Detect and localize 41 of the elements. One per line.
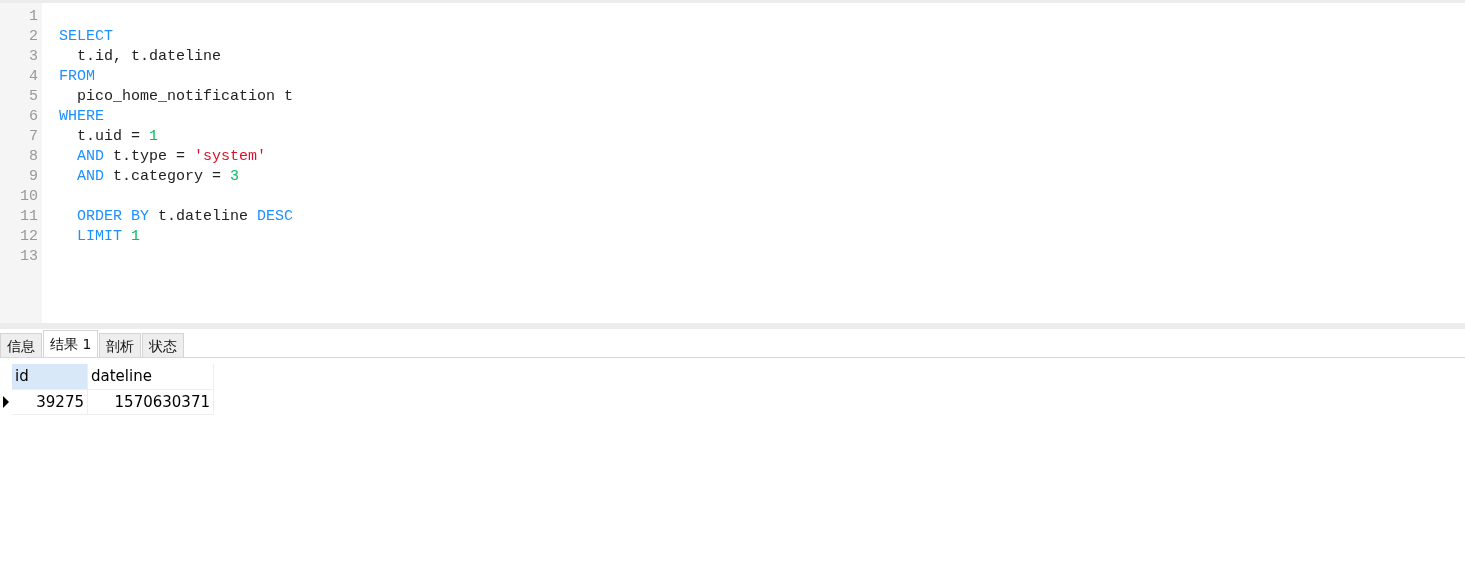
string-literal: 'system' bbox=[194, 147, 267, 167]
line-number: 5 bbox=[28, 87, 39, 107]
line-number: 13 bbox=[19, 247, 39, 267]
line-number: 6 bbox=[28, 107, 39, 127]
tab[interactable]: 结果 1 bbox=[43, 330, 99, 357]
number-literal: 3 bbox=[230, 167, 240, 187]
line-number: 7 bbox=[28, 127, 39, 147]
number-literal: 1 bbox=[149, 127, 159, 147]
line-number: 10 bbox=[19, 187, 39, 207]
line-number: 3 bbox=[28, 47, 39, 67]
sql-keyword: SELECT bbox=[59, 27, 113, 47]
sql-keyword: WHERE bbox=[59, 107, 104, 127]
number-literal: 1 bbox=[131, 227, 141, 247]
sql-keyword: FROM bbox=[59, 67, 95, 87]
code-text: t.uid = bbox=[77, 127, 140, 147]
line-number: 9 bbox=[28, 167, 39, 187]
table-cell: 1570630371 bbox=[88, 390, 214, 415]
sql-editor[interactable]: SELECT t.id, t.dateline FROM pico_home_notification t WHERE t.uid = 1 AND t.type = 'system' AND t.category = 3 ORDER BY t.dateline DESC LIMIT 1 bbox=[42, 3, 1465, 323]
sql-keyword: DESC bbox=[257, 207, 294, 227]
row-pointer-icon bbox=[3, 396, 9, 408]
line-number: 8 bbox=[28, 147, 39, 167]
sql-keyword: AND bbox=[77, 147, 104, 167]
tab[interactable]: 剖析 bbox=[99, 333, 142, 357]
line-number: 4 bbox=[28, 67, 39, 87]
line-number: 11 bbox=[19, 207, 39, 227]
line-number: 1 bbox=[28, 7, 39, 27]
code-text: t.dateline bbox=[158, 207, 249, 227]
code-text: t.id, t.dateline bbox=[77, 47, 222, 67]
code-text: t.type = bbox=[113, 147, 186, 167]
table-cell: 39275 bbox=[12, 390, 88, 415]
sql-keyword: LIMIT bbox=[77, 227, 122, 247]
code-text: t.category = bbox=[113, 167, 222, 187]
line-number: 2 bbox=[28, 27, 39, 47]
sql-keyword: ORDER BY bbox=[77, 207, 149, 227]
code-text: pico_home_notification t bbox=[77, 87, 294, 107]
sql-keyword: AND bbox=[77, 167, 104, 187]
tab[interactable]: 状态 bbox=[142, 333, 185, 357]
tab[interactable]: 信息 bbox=[0, 333, 42, 357]
column-header[interactable]: id bbox=[12, 364, 88, 390]
line-number: 12 bbox=[19, 227, 39, 247]
column-header[interactable]: dateline bbox=[88, 364, 214, 390]
